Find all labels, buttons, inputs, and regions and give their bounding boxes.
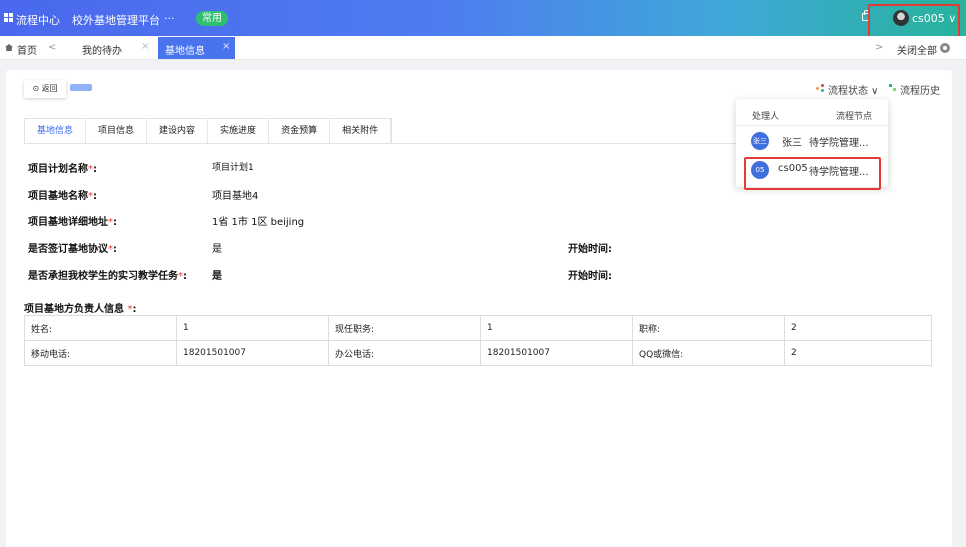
grid-apps-icon[interactable] [4,13,14,23]
internship-value: 是 [212,271,222,282]
handler-highlight-box [744,157,881,190]
flow-state-icon [816,84,825,92]
table-row: 移动电话: 18201501007 办公电话: 18201501007 QQ或微… [24,340,932,366]
popover-col-handler: 处理人 [752,112,780,122]
base-name-value: 项目基地4 [212,191,259,202]
table-cell: 1 [176,315,329,341]
subtab-progress[interactable]: 实施进度 [208,119,270,143]
flow-history-button[interactable]: 流程历史 [900,82,940,97]
tab-home[interactable]: 首页 [17,42,37,57]
tab-my-pending[interactable]: 我的待办 [82,42,122,57]
agreement-label: 是否签订基地协议*: [28,244,117,255]
agreement-value: 是 [212,244,222,255]
subtab-attachments[interactable]: 相关附件 [330,119,392,143]
table-cell: 1 [480,315,633,341]
detail-tabs: 基地信息 项目信息 建设内容 实施进度 资金预算 相关附件 [24,118,393,143]
table-row: 姓名: 1 现任职务: 1 职称: 2 [24,315,932,341]
base-name-label: 项目基地名称*: [28,191,97,202]
more-menu[interactable]: ··· [164,12,175,25]
handler-node[interactable]: 待学院管理... [809,134,869,149]
subtab-construction[interactable]: 建设内容 [147,119,209,143]
common-badge[interactable]: 常用 [196,11,228,26]
internship-label: 是否承担我校学生的实习教学任务*: [28,271,187,282]
tab-scroll-left[interactable]: < [48,42,56,53]
tab-base-info-label[interactable]: 基地信息 [165,42,205,57]
back-button[interactable]: ⊙ 返回 [24,80,66,98]
start-time-label: 开始时间: [568,271,612,282]
flow-state-dropdown[interactable]: 流程状态 ∨ [828,82,879,97]
contact-table: 姓名: 1 现任职务: 1 职称: 2 移动电话: 18201501007 办公… [24,315,932,366]
table-cell: 移动电话: [24,340,177,366]
start-time-label: 开始时间: [568,244,612,255]
popover-divider [736,125,888,126]
gear-icon[interactable] [940,43,950,53]
app-title[interactable]: 流程中心 [16,12,60,28]
contact-section-title: 项目基地方负责人信息 *: [24,304,137,315]
plan-name-value: 项目计划1 [212,163,254,173]
subtab-base-info[interactable]: 基地信息 [25,119,87,143]
table-cell: 现任职务: [328,315,481,341]
page-tab-bar: 首页 < 我的待办 × 基地信息 × > 关闭全部 [0,36,966,60]
table-cell: 办公电话: [328,340,481,366]
table-cell: 姓名: [24,315,177,341]
plan-name-label: 项目计划名称*: [28,164,97,175]
table-cell: QQ或微信: [632,340,785,366]
table-cell: 职称: [632,315,785,341]
table-cell: 18201501007 [480,340,633,366]
popover-col-node: 流程节点 [836,112,873,122]
address-value: 1省 1市 1区 beijing [212,217,305,228]
user-highlight-box [868,4,960,38]
table-cell: 2 [784,315,932,341]
tab-scroll-right[interactable]: > [875,42,883,53]
address-label: 项目基地详细地址*: [28,217,117,228]
subtab-budget[interactable]: 资金预算 [269,119,331,143]
table-cell: 18201501007 [176,340,329,366]
status-pill [70,84,92,91]
flow-history-icon [889,84,897,92]
subtab-project-info[interactable]: 项目信息 [86,119,148,143]
tab-base-info-close[interactable]: × [222,41,230,52]
tab-my-pending-close[interactable]: × [141,41,149,52]
table-cell: 2 [784,340,932,366]
top-navigation-bar: 流程中心 校外基地管理平台 ··· 常用 cs005 ∨ [0,0,966,36]
platform-menu[interactable]: 校外基地管理平台 [72,12,160,28]
handler-avatar: 张三 [751,132,769,150]
close-all-tabs[interactable]: 关闭全部 [897,42,937,57]
home-icon[interactable] [5,44,13,51]
handler-name[interactable]: 张三 [782,134,802,149]
